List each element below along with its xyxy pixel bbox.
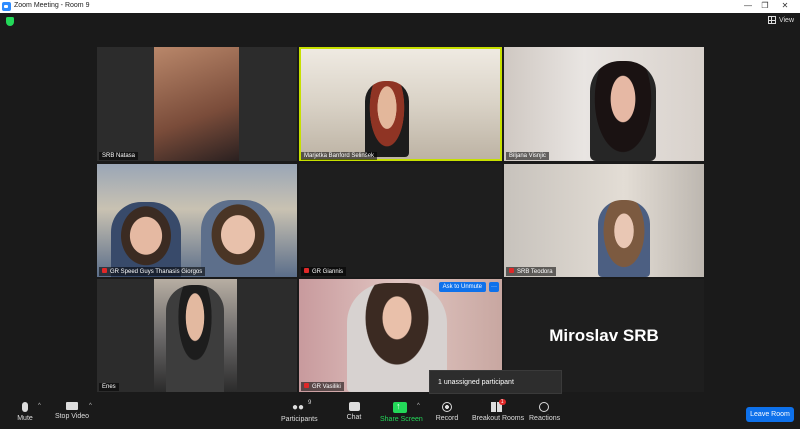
participant-figure xyxy=(166,285,224,392)
title-bar: Zoom Meeting - Room 9 — ❐ ✕ xyxy=(0,0,800,13)
record-icon xyxy=(442,402,452,412)
reactions-button[interactable]: Reactions xyxy=(529,402,561,422)
participant-name-large: Miroslav SRB xyxy=(549,325,659,345)
chat-label: Chat xyxy=(346,414,362,421)
breakout-badge: 1 xyxy=(498,399,506,405)
audio-options-caret[interactable]: ^ xyxy=(38,403,41,409)
window-title: Zoom Meeting - Room 9 xyxy=(14,2,90,9)
video-tile-enes[interactable]: Enes xyxy=(97,279,297,392)
grid-view-icon xyxy=(767,16,776,24)
view-label: View xyxy=(778,16,794,24)
participant-name: GR Giannis xyxy=(301,267,347,276)
view-button[interactable]: View xyxy=(767,16,794,24)
leave-room-button[interactable]: Leave Room xyxy=(746,407,794,422)
participant-name: SRB Natasa xyxy=(99,152,139,160)
participant-figure xyxy=(201,200,275,277)
close-button[interactable]: ✕ xyxy=(778,1,792,10)
breakout-rooms-icon: 1 xyxy=(490,399,506,412)
zoom-app-icon xyxy=(2,2,11,11)
participant-video xyxy=(154,47,239,161)
chat-button[interactable]: Chat xyxy=(342,402,366,421)
mute-label: Mute xyxy=(17,415,33,422)
participants-icon: ●● 9 xyxy=(292,400,312,413)
video-tile-speed-guys[interactable]: GR Speed Guys Thanasis Giorgos xyxy=(97,164,297,277)
muted-mic-icon xyxy=(304,268,309,273)
video-tile-biljana[interactable]: Biljana Visnjic xyxy=(504,47,704,161)
breakout-rooms-label: Breakout Rooms xyxy=(472,415,525,422)
video-camera-icon xyxy=(66,402,78,410)
maximize-button[interactable]: ❐ xyxy=(758,1,772,10)
record-label: Record xyxy=(435,415,459,422)
share-screen-label: Share Screen xyxy=(380,416,423,423)
microphone-icon xyxy=(22,402,28,412)
more-options-button[interactable]: ··· xyxy=(489,282,499,292)
participant-figure xyxy=(111,202,181,277)
muted-mic-icon xyxy=(304,383,309,388)
muted-mic-icon xyxy=(102,268,107,273)
share-screen-button[interactable]: Share Screen xyxy=(380,401,423,423)
participant-name: GR Speed Guys Thanasis Giorgos xyxy=(99,267,206,276)
participant-name: SRB Teodora xyxy=(506,267,556,276)
participant-figure xyxy=(365,81,409,157)
participants-label: Participants xyxy=(281,416,318,423)
stop-video-label: Stop Video xyxy=(54,413,90,420)
share-options-caret[interactable]: ^ xyxy=(417,403,420,409)
breakout-rooms-button[interactable]: 1 Breakout Rooms xyxy=(472,399,525,422)
video-tile-natasa[interactable]: SRB Natasa xyxy=(97,47,297,161)
mute-button[interactable]: Mute xyxy=(10,402,40,422)
participant-name: GR Vasiliki xyxy=(301,382,344,391)
video-options-caret[interactable]: ^ xyxy=(89,403,92,409)
video-tile-giannis[interactable]: GR Giannis xyxy=(299,164,502,277)
share-screen-icon xyxy=(393,401,407,413)
participant-figure xyxy=(590,61,656,161)
reactions-icon xyxy=(539,402,549,412)
breakout-tooltip: 1 unassigned participant xyxy=(429,370,562,394)
meeting-toolbar: Mute ^ Stop Video ^ ●● 9 Participants Cha… xyxy=(0,397,800,429)
minimize-button[interactable]: — xyxy=(741,1,755,10)
participant-name: Marjetka Banford Selinšek xyxy=(301,152,378,160)
participants-button[interactable]: ●● 9 Participants xyxy=(281,400,318,423)
stop-video-button[interactable]: Stop Video xyxy=(52,402,92,420)
video-tile-teodora[interactable]: SRB Teodora xyxy=(504,164,704,277)
video-tile-marjetka[interactable]: Marjetka Banford Selinšek xyxy=(299,47,502,161)
participant-figure xyxy=(598,200,650,277)
record-button[interactable]: Record xyxy=(434,402,460,422)
chat-icon xyxy=(348,402,360,411)
ask-to-unmute-button[interactable]: Ask to Unmute xyxy=(438,282,486,292)
muted-mic-icon xyxy=(509,268,514,273)
participant-name: Biljana Visnjic xyxy=(506,152,549,160)
security-shield-icon[interactable] xyxy=(6,17,14,26)
participant-name: Enes xyxy=(99,383,119,391)
reactions-label: Reactions xyxy=(529,415,561,422)
